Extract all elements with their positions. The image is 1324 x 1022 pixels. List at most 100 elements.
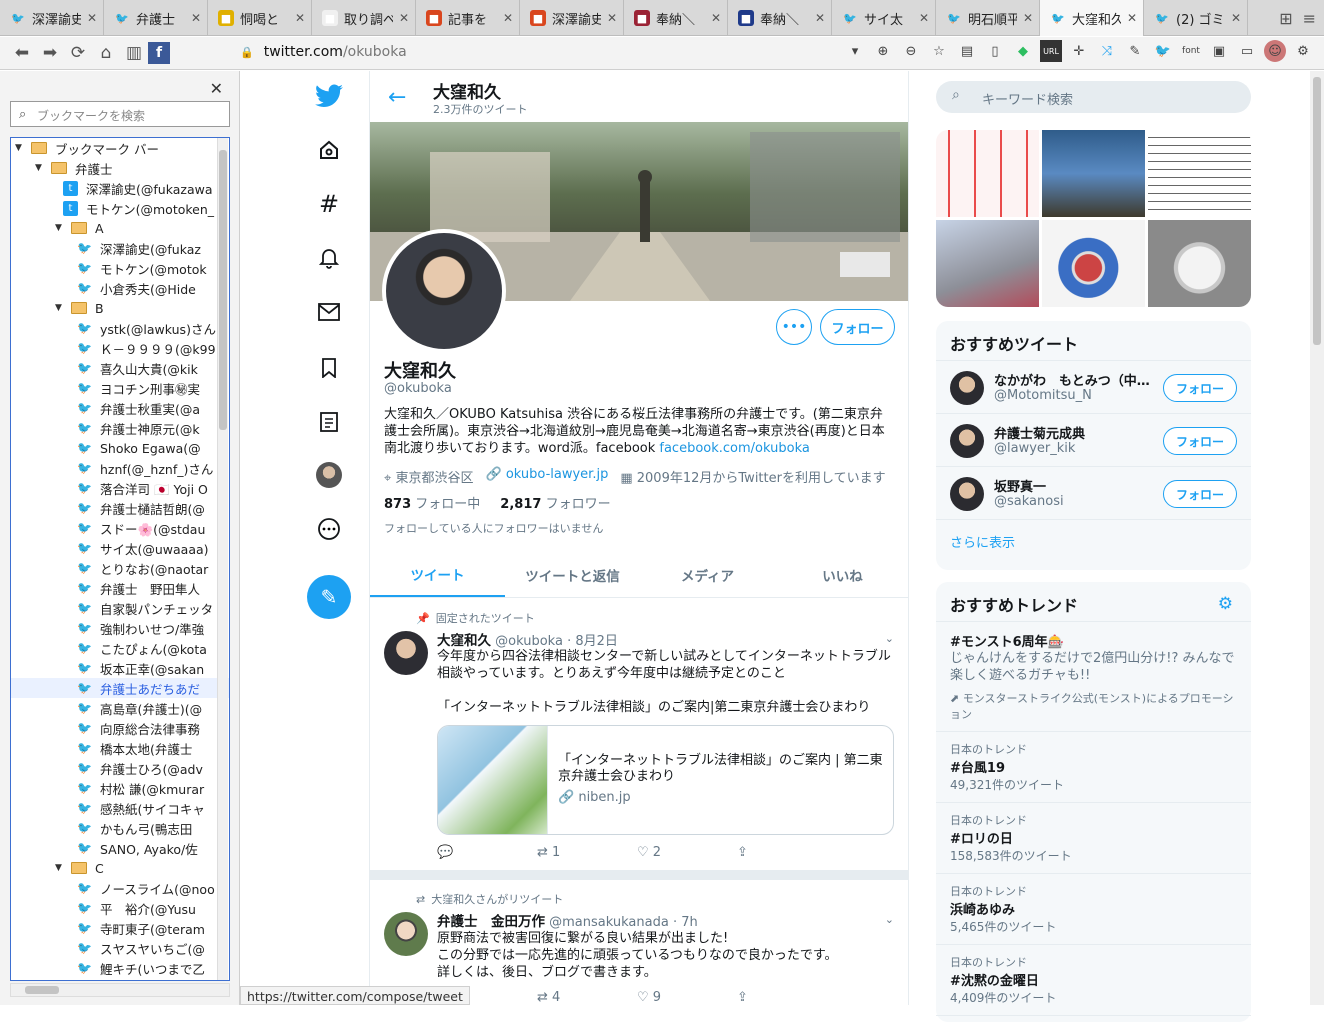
avatar[interactable] xyxy=(950,477,984,511)
reload-icon[interactable]: ⟳ xyxy=(64,39,92,67)
bookmark-item[interactable]: 🐦 弁護士 野田隼人 xyxy=(11,578,229,598)
bookmark-item[interactable]: 🐦 弁護士ひろ(@adv xyxy=(11,758,229,778)
browser-tab[interactable]: 🐦 サイ太 ✕ xyxy=(832,0,936,36)
bookmark-item[interactable]: t モトケン(@motoken_ xyxy=(11,198,229,218)
bookmark-icon[interactable]: ▯ xyxy=(984,40,1006,62)
twitter-logo-icon[interactable] xyxy=(314,81,344,111)
bookmark-item[interactable]: 🐦 向原総合法律事務 xyxy=(11,718,229,738)
url-icon[interactable]: URL xyxy=(1040,40,1062,62)
bookmark-item[interactable]: 🐦 モトケン(@motok xyxy=(11,258,229,278)
zoom-in-icon[interactable]: ⊕ xyxy=(872,40,894,62)
explore-icon[interactable]: # xyxy=(314,189,344,219)
bookmark-item[interactable]: 🐦 ystk(@lawkus)さん xyxy=(11,318,229,338)
back-icon[interactable]: ⬅ xyxy=(8,39,36,67)
twitter-icon[interactable]: 🐦 xyxy=(1152,40,1174,62)
shuffle-icon[interactable]: ⤨ xyxy=(1096,40,1118,62)
font-icon[interactable]: font xyxy=(1180,40,1202,62)
share-icon[interactable]: ⇪ xyxy=(737,845,837,860)
bookmark-folder[interactable]: ▼ C xyxy=(11,858,229,878)
tab-likes[interactable]: いいね xyxy=(775,552,908,597)
bookmark-item[interactable]: 🐦 かもん弓(鴨志田 xyxy=(11,818,229,838)
bookmark-search-input[interactable]: ⌕ ブックマークを検索 xyxy=(10,101,230,127)
tab-tweets-replies[interactable]: ツイートと返信 xyxy=(505,552,640,597)
browser-tab[interactable]: ■ 恫喝と ✕ xyxy=(208,0,312,36)
facebook-icon[interactable]: f xyxy=(148,42,170,64)
close-tab-icon[interactable]: ✕ xyxy=(87,11,97,25)
share-icon[interactable]: ⇪ xyxy=(737,990,837,1005)
close-tab-icon[interactable]: ✕ xyxy=(815,11,825,25)
menu-icon[interactable]: ≡ xyxy=(1303,9,1316,28)
back-arrow-icon[interactable]: ← xyxy=(388,85,406,110)
bookmark-item[interactable]: 🐦 ヨコチン刑事㊙実 xyxy=(11,378,229,398)
bookmark-item[interactable]: 🐦 弁護士樋詰哲朗(@ xyxy=(11,498,229,518)
browser-tab[interactable]: ■ 奉納＼ ✕ xyxy=(728,0,832,36)
bookmark-item[interactable]: 🐦 橋本太地(弁護士 xyxy=(11,738,229,758)
avatar[interactable] xyxy=(950,424,984,458)
tweet-author[interactable]: 弁護士 金田万作 xyxy=(437,914,545,930)
bookmark-item[interactable]: 🐦 スドー🌸(@stdau xyxy=(11,518,229,538)
more-options-button[interactable]: ••• xyxy=(776,309,812,345)
zoom-out-icon[interactable]: ⊖ xyxy=(900,40,922,62)
bookmark-item[interactable]: t 深澤諭史(@fukazawa xyxy=(11,178,229,198)
browser-tab[interactable]: 🐦 (2) ゴミ ✕ xyxy=(1144,0,1248,36)
following-link[interactable]: 873 フォロー中 xyxy=(384,493,480,512)
trend-item[interactable]: 日本のトレンド 浜崎あゆみ 5,465件のツイート xyxy=(936,874,1251,945)
compose-tweet-button[interactable]: ✎ xyxy=(307,575,351,619)
dropdown-icon[interactable]: ▾ xyxy=(844,40,866,62)
bookmark-item[interactable]: 🐦 鯉キチ(いつまで乙 xyxy=(11,958,229,978)
evernote-icon[interactable]: ◆ xyxy=(1012,40,1034,62)
expand-toggle-icon[interactable]: ▼ xyxy=(55,223,67,233)
retweet-button[interactable]: ⇄ 1 xyxy=(537,845,637,860)
tweet-avatar[interactable] xyxy=(384,912,428,956)
expand-toggle-icon[interactable]: ▼ xyxy=(55,303,67,313)
close-tab-icon[interactable]: ✕ xyxy=(1127,11,1137,25)
bookmark-item[interactable]: 🐦 坂本正幸(@sakan xyxy=(11,658,229,678)
bookmark-item[interactable]: 🐦 スヤスヤいちご(@ xyxy=(11,938,229,958)
bookmark-item[interactable]: 🐦 平 裕介(@Yusu xyxy=(11,898,229,918)
profile-avatar[interactable] xyxy=(382,229,506,353)
browser-tab[interactable]: ■ 取り調べ ✕ xyxy=(312,0,416,36)
bookmark-folder[interactable]: ▼ B xyxy=(11,298,229,318)
bookmark-item[interactable]: 🐦 弁護士あだちあだ xyxy=(11,678,229,698)
media-thumbnail[interactable] xyxy=(1042,220,1145,307)
pinned-tweet[interactable]: 📌 固定されたツイート 大窪和久 @okuboka · 8月2日 ⌄ 今年度から四… xyxy=(370,598,908,870)
trend-item[interactable]: 日本のトレンド #ロリの日 158,583件のツイート xyxy=(936,803,1251,874)
crosshair-icon[interactable]: ✛ xyxy=(1068,40,1090,62)
link-card[interactable]: 「インターネットトラブル法律相談」のご案内 | 第二東京弁護士会ひまわり 🔗 n… xyxy=(437,725,894,835)
horizontal-scrollbar[interactable] xyxy=(10,983,230,997)
close-tab-icon[interactable]: ✕ xyxy=(191,11,201,25)
bookmark-item[interactable]: 🐦 村松 謙(@kmurar xyxy=(11,778,229,798)
bookmark-item[interactable]: 🐦 強制わいせつ/準強 xyxy=(11,618,229,638)
bookmark-item[interactable]: 🐦 サイ太(@uwaaaa) xyxy=(11,538,229,558)
tab-tweets[interactable]: ツイート xyxy=(370,552,505,597)
expand-toggle-icon[interactable]: ▼ xyxy=(35,163,47,173)
tweet-avatar[interactable] xyxy=(384,631,428,675)
recommended-account[interactable]: 坂野真一 @sakanosi フォロー xyxy=(936,467,1251,520)
new-tab-icon[interactable]: ⊞ xyxy=(1279,9,1292,28)
close-tab-icon[interactable]: ✕ xyxy=(711,11,721,25)
notifications-icon[interactable] xyxy=(314,243,344,273)
forward-icon[interactable]: ➡ xyxy=(36,39,64,67)
close-tab-icon[interactable]: ✕ xyxy=(1023,11,1033,25)
bookmark-item[interactable]: 🐦 hznf(@_hznf_)さん xyxy=(11,458,229,478)
follow-button[interactable]: フォロー xyxy=(1163,480,1237,508)
browser-tab[interactable]: 🐦 弁護士 ✕ xyxy=(104,0,208,36)
browser-tab[interactable]: ■ 奉納＼ ✕ xyxy=(624,0,728,36)
show-more-link[interactable]: さらに表示 xyxy=(936,520,1251,563)
follow-button[interactable]: フォロー xyxy=(820,309,895,345)
avatar-icon[interactable]: ☺ xyxy=(1264,40,1286,62)
bookmark-item[interactable]: 🐦 SANO, Ayako/佐 xyxy=(11,838,229,858)
bookmark-item[interactable]: 🐦 ノースライム(@noo xyxy=(11,878,229,898)
bookmark-item[interactable]: 🐦 弁護士秋重実(@a xyxy=(11,398,229,418)
tab-media[interactable]: メディア xyxy=(640,552,775,597)
edit-icon[interactable]: ✎ xyxy=(1124,40,1146,62)
camera-icon[interactable]: ▣ xyxy=(1208,40,1230,62)
chevron-down-icon[interactable]: ⌄ xyxy=(885,913,894,926)
bookmark-folder[interactable]: ▼ 弁護士 xyxy=(11,158,229,178)
recommended-account[interactable]: なかがわ もとみつ（中… @Motomitsu_N フォロー xyxy=(936,361,1251,414)
bookmark-folder[interactable]: ▼ A xyxy=(11,218,229,238)
close-tab-icon[interactable]: ✕ xyxy=(607,11,617,25)
profile-icon[interactable] xyxy=(314,460,344,490)
bio-link[interactable]: facebook.com/okuboka xyxy=(659,441,809,456)
browser-tab[interactable]: 🐦 深澤諭史 ✕ xyxy=(0,0,104,36)
